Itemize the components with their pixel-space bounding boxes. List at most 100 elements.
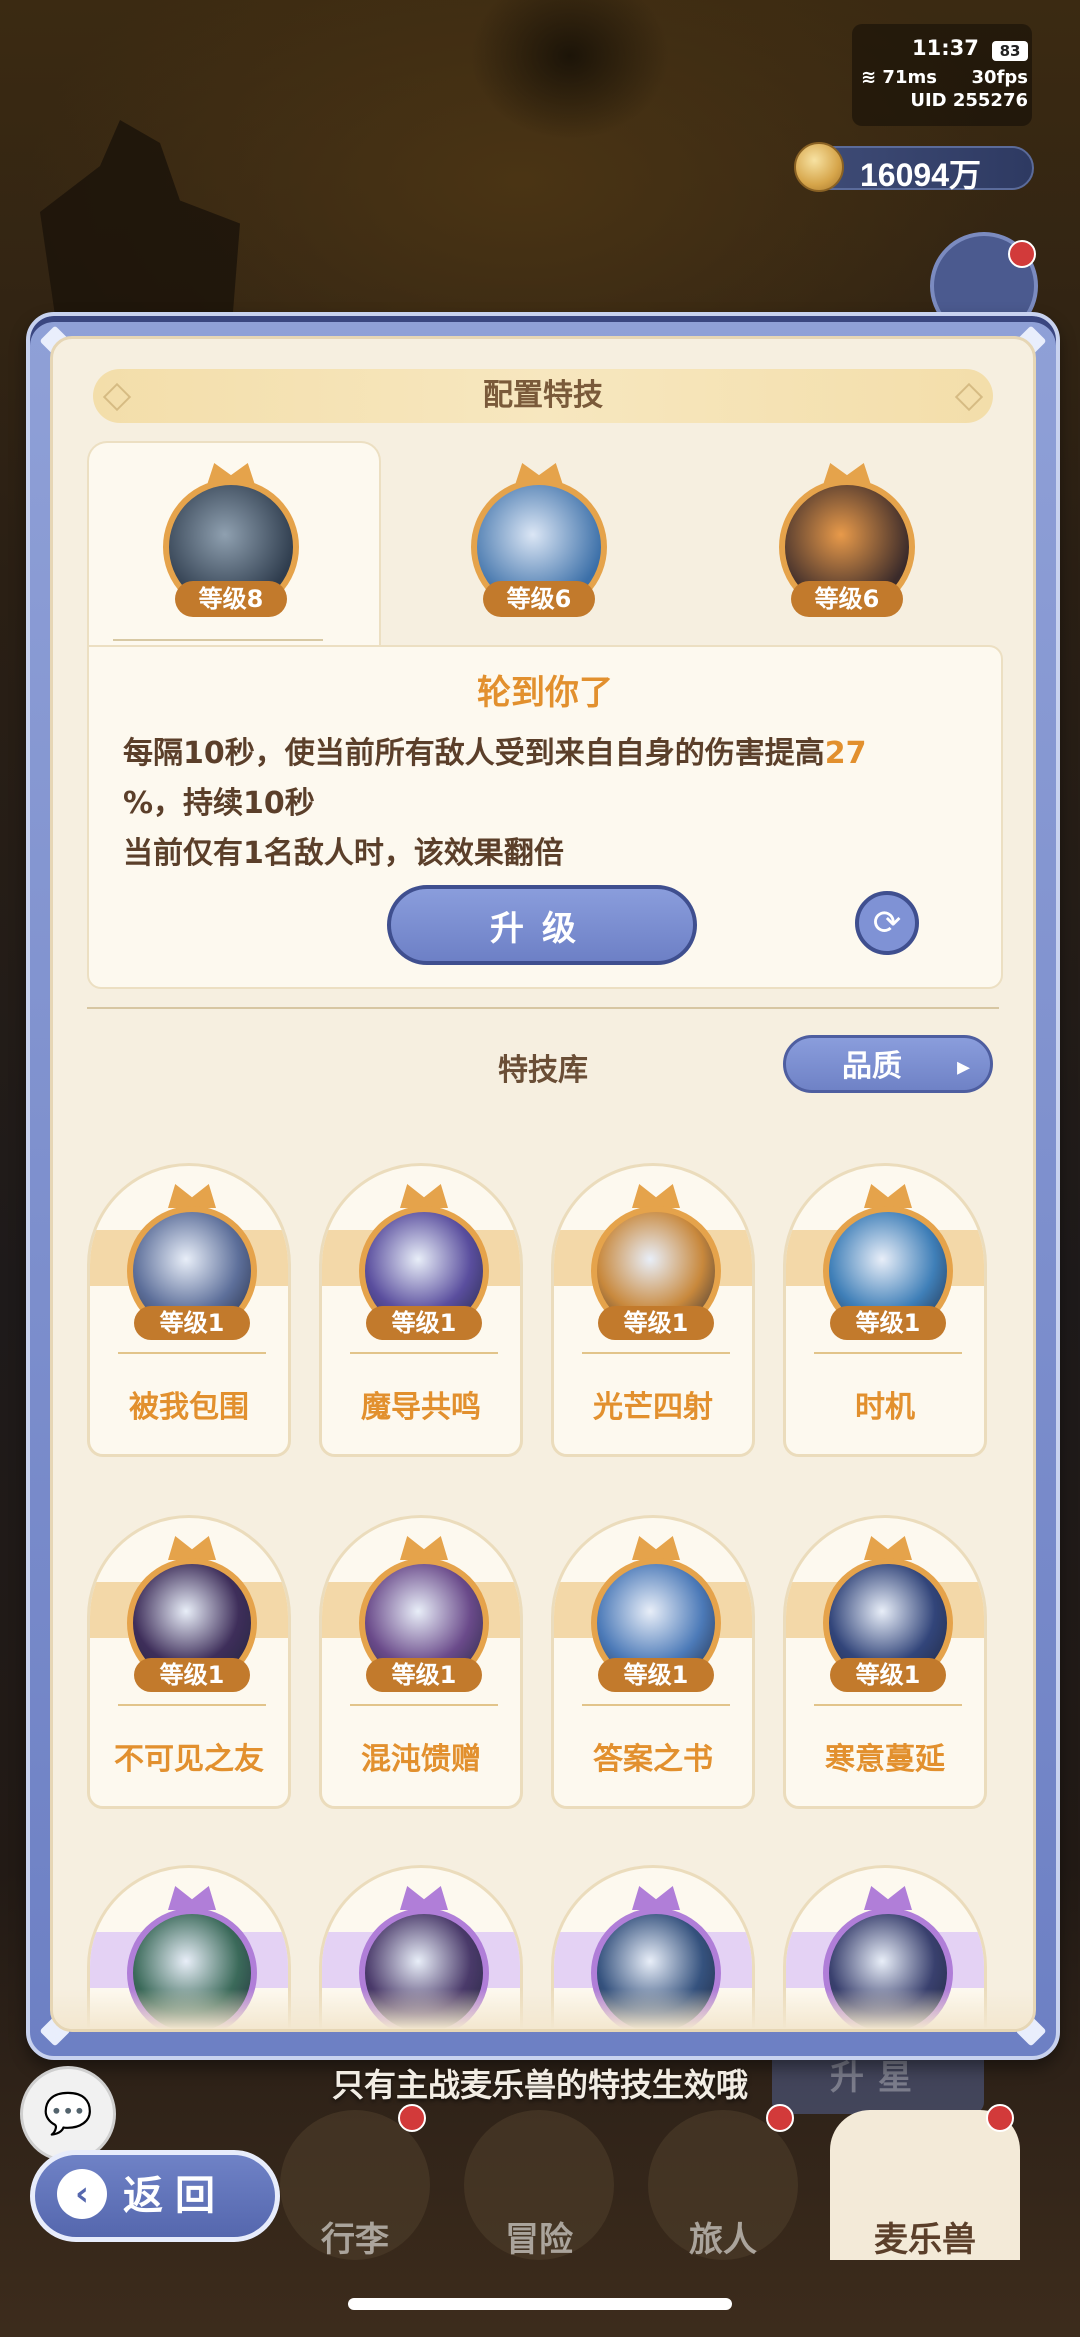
skill-card-name: 时机 xyxy=(855,1390,915,1425)
nav-adventure[interactable]: 冒险 xyxy=(464,2110,614,2260)
battery-level: 83 xyxy=(992,40,1028,61)
slot-divider xyxy=(113,639,323,641)
fps-value: 30fps xyxy=(971,66,1028,88)
card-divider xyxy=(118,1704,266,1706)
card-divider xyxy=(814,1704,962,1706)
avatar-ears xyxy=(632,1536,680,1560)
skill-card[interactable]: 等级1 寒意蔓延 xyxy=(783,1515,987,1809)
avatar-ears xyxy=(400,1536,448,1560)
equipped-slot-3[interactable]: 等级6 xyxy=(779,463,915,617)
skill-card[interactable]: 等级1 魔导共鸣 xyxy=(319,1163,523,1457)
nav-pets-label: 麦乐兽 xyxy=(874,2220,976,2260)
equipped-slot-1[interactable]: 等级8 xyxy=(163,463,299,617)
panel-title-bar: 配置特技 xyxy=(93,369,993,423)
skill-desc-value: 27 xyxy=(824,736,867,771)
skill-card-name: 寒意蔓延 xyxy=(825,1742,945,1777)
upgrade-button[interactable]: 升级 xyxy=(387,885,697,965)
notification-dot xyxy=(986,2104,1014,2132)
skill-card-name: 光芒四射 xyxy=(593,1390,713,1425)
card-divider xyxy=(350,1704,498,1706)
panel-title: 配置特技 xyxy=(483,378,603,413)
avatar-ears xyxy=(823,463,871,485)
home-indicator[interactable] xyxy=(348,2298,732,2310)
skill-card[interactable]: 等级1 时机 xyxy=(783,1163,987,1457)
diamond-icon xyxy=(954,382,984,412)
nav-traveler-label: 旅人 xyxy=(689,2220,757,2260)
coin-icon xyxy=(794,142,844,192)
avatar-ears xyxy=(864,1536,912,1560)
coin-amount: 16094万 xyxy=(860,157,981,193)
card-divider xyxy=(118,1352,266,1354)
equipped-level: 等级6 xyxy=(483,581,595,617)
card-divider xyxy=(582,1704,730,1706)
uid-label: UID 255276 xyxy=(910,89,1028,111)
chevron-right-icon: ▸ xyxy=(956,1052,970,1082)
avatar-ears xyxy=(864,1184,912,1208)
back-arrow-icon: ‹ xyxy=(57,2169,107,2219)
skill-card[interactable]: 等级1 不可见之友 xyxy=(87,1515,291,1809)
skill-level: 等级1 xyxy=(134,1306,250,1340)
wifi-icon: ≋ xyxy=(861,66,877,88)
nav-adventure-label: 冒险 xyxy=(505,2220,573,2260)
equipped-level: 等级6 xyxy=(791,581,903,617)
avatar-ears xyxy=(515,463,563,485)
status-bar: 11:37 83 ≋ 71ms 30fps UID 255276 xyxy=(861,36,1028,111)
avatar-ears xyxy=(168,1184,216,1208)
back-button[interactable]: ‹ 返回 xyxy=(30,2150,280,2242)
section-divider xyxy=(87,1007,999,1009)
card-divider xyxy=(350,1352,498,1354)
background-plant xyxy=(470,0,670,140)
equipped-level: 等级8 xyxy=(175,581,287,617)
card-divider xyxy=(582,1352,730,1354)
refresh-icon[interactable]: ⟳ xyxy=(855,891,919,955)
skill-level: 等级1 xyxy=(830,1306,946,1340)
skill-detail-card: 轮到你了 每隔10秒，使当前所有敌人受到来自自身的伤害提高27 %，持续10秒 … xyxy=(87,645,1003,989)
skill-card[interactable]: 等级1 被我包围 xyxy=(87,1163,291,1457)
card-divider xyxy=(814,1352,962,1354)
nav-traveler[interactable]: 旅人 xyxy=(648,2104,798,2260)
skill-card[interactable]: 等级1 答案之书 xyxy=(551,1515,755,1809)
skill-description: 每隔10秒，使当前所有敌人受到来自自身的伤害提高27 %，持续10秒 当前仅有1… xyxy=(123,729,973,879)
avatar-ears xyxy=(400,1886,448,1910)
skill-card-name: 混沌馈赠 xyxy=(361,1742,481,1777)
quality-sort-button[interactable]: 品质 ▸ xyxy=(783,1035,993,1093)
currency-bar[interactable]: 16094万 xyxy=(794,142,1034,193)
diamond-icon xyxy=(102,382,132,412)
skill-level: 等级1 xyxy=(598,1306,714,1340)
avatar-ears xyxy=(400,1184,448,1208)
equipped-slot-2[interactable]: 等级6 xyxy=(471,463,607,617)
avatar-ears xyxy=(864,1886,912,1910)
avatar-ears xyxy=(168,1536,216,1560)
skill-desc-part3: 当前仅有1名敌人时，该效果翻倍 xyxy=(123,836,564,871)
notification-dot xyxy=(1008,240,1036,268)
skill-card-name: 魔导共鸣 xyxy=(361,1390,481,1425)
notification-dot xyxy=(766,2104,794,2132)
avatar-ears xyxy=(632,1886,680,1910)
nav-luggage[interactable]: 行李 xyxy=(280,2104,430,2260)
network-stats: ≋ 71ms 30fps xyxy=(861,67,1028,88)
clock: 11:37 xyxy=(912,36,979,60)
avatar-ears xyxy=(632,1184,680,1208)
skill-desc-part1: 每隔10秒，使当前所有敌人受到来自自身的伤害提高 xyxy=(123,736,825,771)
hint-text: 只有主战麦乐兽的特技生效哦 xyxy=(331,2066,748,2104)
skill-card[interactable]: 等级1 光芒四射 xyxy=(551,1163,755,1457)
panel-bottom-fade xyxy=(53,1989,1033,2029)
notification-dot xyxy=(398,2104,426,2132)
skill-name: 轮到你了 xyxy=(477,673,613,713)
ping-value: 71ms xyxy=(882,66,937,88)
skill-level: 等级1 xyxy=(134,1658,250,1692)
skill-level: 等级1 xyxy=(366,1658,482,1692)
skill-desc-part2: %，持续10秒 xyxy=(123,786,315,821)
skill-card[interactable]: 等级1 混沌馈赠 xyxy=(319,1515,523,1809)
quality-label: 品质 xyxy=(842,1049,902,1084)
skill-level: 等级1 xyxy=(830,1658,946,1692)
avatar-ears xyxy=(168,1886,216,1910)
nav-luggage-label: 行李 xyxy=(321,2220,389,2260)
back-label: 返回 xyxy=(123,2173,227,2219)
skill-level: 等级1 xyxy=(366,1306,482,1340)
skill-card-name: 不可见之友 xyxy=(114,1742,264,1777)
skill-panel: 配置特技 等级8 等级6 等级6 轮到你了 每隔10秒，使当前所有敌人受到来自自… xyxy=(50,336,1036,2032)
chat-icon[interactable]: 💬 xyxy=(20,2066,116,2162)
skill-level: 等级1 xyxy=(598,1658,714,1692)
nav-pets[interactable]: 麦乐兽 xyxy=(830,2104,1020,2260)
